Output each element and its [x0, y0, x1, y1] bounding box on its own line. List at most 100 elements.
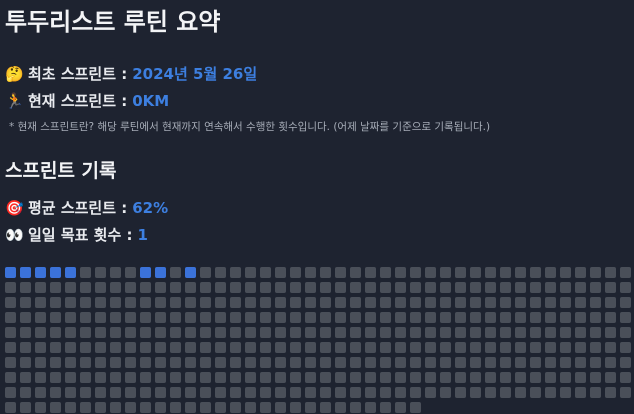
record-cell-empty — [590, 282, 601, 293]
record-cell-empty — [110, 327, 121, 338]
record-cell-empty — [365, 402, 376, 413]
record-cell-empty — [95, 312, 106, 323]
record-cell-completed — [20, 267, 31, 278]
record-cell-empty — [275, 312, 286, 323]
record-cell-empty — [470, 342, 481, 353]
record-cell-empty — [245, 297, 256, 308]
record-cell-empty — [545, 297, 556, 308]
record-cell-empty — [380, 297, 391, 308]
record-cell-empty — [215, 282, 226, 293]
record-cell-empty — [350, 312, 361, 323]
record-cell-empty — [125, 327, 136, 338]
record-cell-empty — [200, 342, 211, 353]
record-cell-empty — [290, 297, 301, 308]
record-cell-empty — [185, 327, 196, 338]
record-cell-empty — [500, 357, 511, 368]
record-cell-empty — [170, 297, 181, 308]
record-cell-empty — [95, 297, 106, 308]
record-cell-empty — [440, 267, 451, 278]
record-cell-empty — [500, 372, 511, 383]
record-cell-empty — [110, 282, 121, 293]
record-cell-empty — [425, 297, 436, 308]
record-cell-empty — [170, 282, 181, 293]
record-cell-empty — [215, 387, 226, 398]
record-cell-empty — [515, 342, 526, 353]
record-cell-empty — [95, 387, 106, 398]
record-cell-empty — [260, 372, 271, 383]
record-cell-empty — [425, 387, 436, 398]
record-cell-empty — [380, 312, 391, 323]
record-cell-empty — [545, 267, 556, 278]
record-cell-completed — [185, 267, 196, 278]
record-cell-empty — [425, 327, 436, 338]
record-cell-empty — [80, 387, 91, 398]
record-cell-empty — [215, 267, 226, 278]
record-cell-empty — [500, 312, 511, 323]
record-cell-empty — [560, 282, 571, 293]
record-cell-empty — [170, 267, 181, 278]
record-cell-empty — [485, 387, 496, 398]
record-cell-empty — [545, 327, 556, 338]
record-cell-empty — [335, 372, 346, 383]
record-cell-empty — [530, 357, 541, 368]
record-cell-empty — [245, 282, 256, 293]
record-cell-empty — [155, 357, 166, 368]
record-cell-empty — [35, 342, 46, 353]
record-cell-empty — [305, 387, 316, 398]
record-cell-empty — [485, 342, 496, 353]
record-cell-empty — [320, 357, 331, 368]
record-cell-empty — [245, 402, 256, 413]
record-cell-empty — [20, 342, 31, 353]
record-cell-empty — [410, 387, 421, 398]
record-cell-empty — [5, 372, 16, 383]
record-cell-empty — [230, 267, 241, 278]
record-cell-empty — [455, 282, 466, 293]
record-cell-empty — [275, 387, 286, 398]
target-icon: 🎯 — [5, 199, 24, 217]
record-cell-empty — [185, 402, 196, 413]
record-cell-empty — [515, 327, 526, 338]
record-cell-empty — [260, 387, 271, 398]
record-cell-empty — [140, 312, 151, 323]
record-cell-empty — [125, 267, 136, 278]
record-cell-empty — [365, 327, 376, 338]
record-cell-empty — [590, 267, 601, 278]
record-cell-empty — [50, 312, 61, 323]
record-cell-empty — [530, 297, 541, 308]
record-cell-empty — [290, 372, 301, 383]
average-sprint-label: 평균 스프린트 : — [28, 199, 128, 217]
record-cell-empty — [110, 372, 121, 383]
record-cell-empty — [440, 282, 451, 293]
record-cell-empty — [485, 282, 496, 293]
daily-goal-value: 1 — [137, 226, 148, 244]
record-cell-empty — [110, 312, 121, 323]
current-sprint-note: * 현재 스프린트란? 해당 루틴에서 현재까지 연속해서 수행한 횟수입니다.… — [9, 121, 491, 133]
record-cell-empty — [335, 282, 346, 293]
record-cell-empty — [395, 342, 406, 353]
record-cell-empty — [290, 282, 301, 293]
record-cell-empty — [125, 357, 136, 368]
record-cell-empty — [185, 357, 196, 368]
record-cell-empty — [425, 282, 436, 293]
record-cell-empty — [500, 387, 511, 398]
record-cell-empty — [35, 357, 46, 368]
record-cell-empty — [410, 402, 421, 413]
record-cell-empty — [215, 402, 226, 413]
record-cell-empty — [275, 402, 286, 413]
record-cell-empty — [575, 312, 586, 323]
record-cell-empty — [140, 327, 151, 338]
record-cell-empty — [560, 327, 571, 338]
record-cell-empty — [95, 402, 106, 413]
record-cell-empty — [290, 312, 301, 323]
record-cell-empty — [545, 357, 556, 368]
record-cell-empty — [65, 282, 76, 293]
record-cell-empty — [35, 282, 46, 293]
record-cell-empty — [350, 372, 361, 383]
record-cell-empty — [575, 282, 586, 293]
record-cell-empty — [410, 297, 421, 308]
record-cell-empty — [5, 387, 16, 398]
record-cell-empty — [125, 342, 136, 353]
record-cell-empty — [470, 357, 481, 368]
record-cell-empty — [320, 297, 331, 308]
record-cell-empty — [410, 372, 421, 383]
